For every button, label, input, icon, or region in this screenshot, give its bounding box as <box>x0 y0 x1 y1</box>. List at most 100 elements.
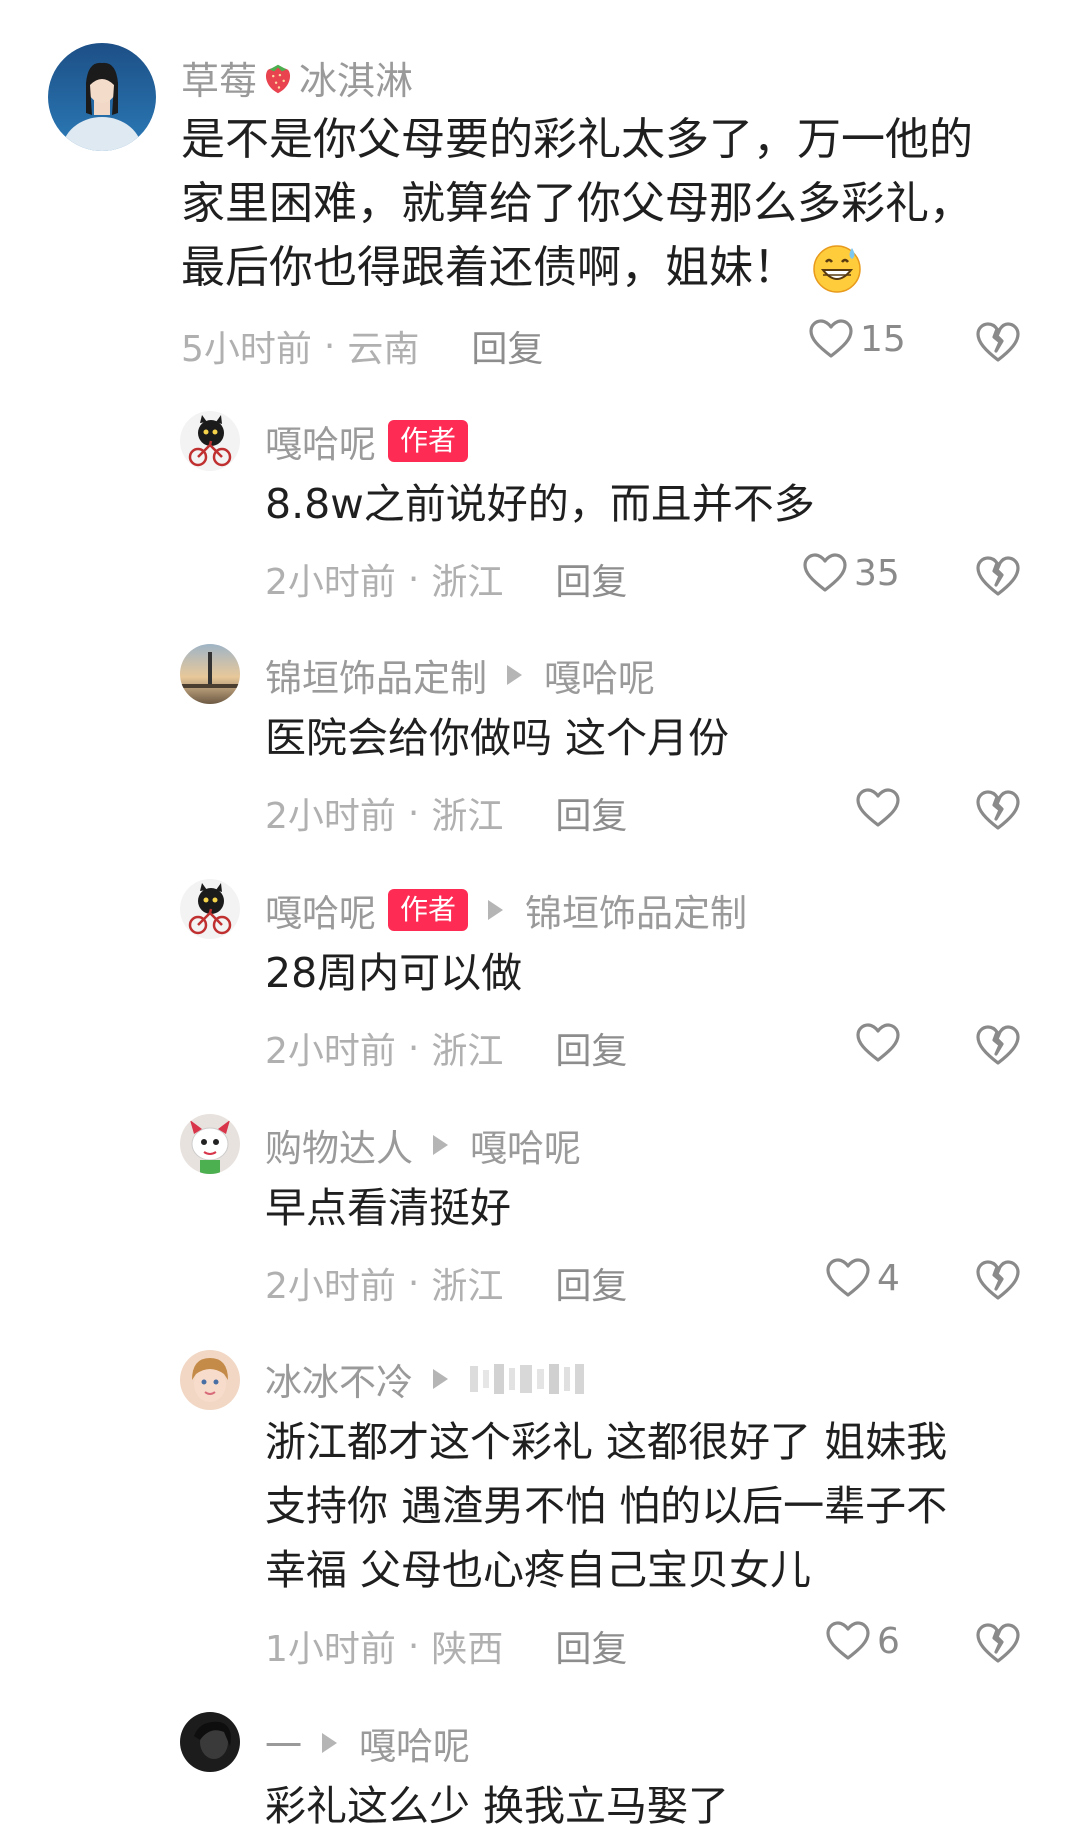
avatar[interactable] <box>180 644 240 704</box>
comment-meta: 2小时前 · 浙江 回复 <box>265 1022 627 1074</box>
author-name[interactable]: 一 <box>265 1716 302 1770</box>
comment-meta: 2小时前 · 浙江 回复 <box>265 1257 627 1309</box>
like-count: 15 <box>860 318 906 360</box>
dislike-button[interactable] <box>975 1258 1021 1302</box>
avatar[interactable] <box>48 43 156 151</box>
like-count: 4 <box>877 1257 900 1299</box>
author-name[interactable]: 嘎哈呢 <box>265 414 376 468</box>
reply-arrow-icon <box>433 1135 448 1155</box>
comment-text-line: 医院会给你做吗 这个月份 <box>265 714 730 762</box>
comment-text: 医院会给你做吗 这个月份 <box>265 706 1035 770</box>
comment-author[interactable]: 一 嘎哈呢 <box>265 1716 470 1770</box>
avatar[interactable] <box>180 1114 240 1174</box>
comment-author[interactable]: 草莓 冰淇淋 <box>181 50 413 105</box>
reply-button[interactable]: 回复 <box>555 1022 627 1074</box>
comment-text: 8.8w之前说好的，而且并不多 <box>265 472 1035 536</box>
broken-heart-icon <box>976 1260 1020 1300</box>
author-name[interactable]: 草莓 <box>181 50 257 105</box>
heart-icon <box>803 553 847 592</box>
comment-text-line: 28周内可以做 <box>265 949 523 997</box>
comment-text: 是不是你父母要的彩礼太多了，万一他的 家里困难，就算给了你父母那么多彩礼， 最后… <box>181 108 1021 300</box>
heart-icon <box>856 1023 900 1062</box>
comment-text: 彩礼这么少 换我立马娶了 <box>265 1774 1035 1838</box>
reply-button[interactable]: 回复 <box>555 1620 627 1672</box>
comment-text-line: 是不是你父母要的彩礼太多了，万一他的 <box>181 114 973 165</box>
like-button[interactable]: 15 <box>808 318 906 360</box>
comment-author[interactable]: 购物达人 嘎哈呢 <box>265 1118 581 1172</box>
meta-separator: · <box>407 1262 420 1304</box>
avatar[interactable] <box>180 879 240 939</box>
reply-button[interactable]: 回复 <box>555 1257 627 1309</box>
reply-arrow-icon <box>322 1733 337 1753</box>
reply-to-name[interactable]: 嘎哈呢 <box>359 1716 470 1770</box>
comment-time: 5小时前 <box>181 329 312 370</box>
comment-text: 早点看清挺好 <box>265 1176 1035 1240</box>
reply-to-name[interactable]: 锦垣饰品定制 <box>525 883 747 937</box>
broken-heart-icon <box>976 790 1020 830</box>
strawberry-icon <box>259 59 297 97</box>
comment-location: 陕西 <box>431 1629 504 1670</box>
comment-author[interactable]: 冰冰不冷 <box>265 1352 584 1406</box>
reply-to-name[interactable]: 嘎哈呢 <box>470 1118 581 1172</box>
dislike-button[interactable] <box>975 320 1021 364</box>
like-button[interactable] <box>855 787 907 829</box>
comment-text-line: 彩礼这么少 换我立马娶了 <box>265 1782 730 1830</box>
comment-time: 2小时前 <box>265 796 396 837</box>
comment-meta: 2小时前 · 浙江 回复 <box>265 553 627 605</box>
like-count: 6 <box>877 1620 900 1662</box>
dislike-button[interactable] <box>975 1621 1021 1665</box>
reply-arrow-icon <box>433 1369 448 1389</box>
comment-location: 云南 <box>347 329 420 370</box>
reply-to-name[interactable]: 嘎哈呢 <box>544 648 655 702</box>
reply-button[interactable]: 回复 <box>555 553 627 605</box>
comment-meta: 5小时前 · 云南 回复 <box>181 320 543 372</box>
avatar[interactable] <box>180 411 240 471</box>
comment-meta: 1小时前 · 陕西 回复 <box>265 1620 627 1672</box>
comment-time: 1小时前 <box>265 1629 396 1670</box>
author-badge: 作者 <box>388 420 469 462</box>
broken-heart-icon <box>976 556 1020 596</box>
dislike-button[interactable] <box>975 788 1021 832</box>
comment-location: 浙江 <box>431 1266 504 1307</box>
like-button[interactable]: 4 <box>825 1257 900 1299</box>
author-name[interactable]: 嘎哈呢 <box>265 883 376 937</box>
dislike-button[interactable] <box>975 554 1021 598</box>
comment-location: 浙江 <box>431 562 504 603</box>
comment-author[interactable]: 嘎哈呢 作者 <box>265 414 469 468</box>
comment-time: 2小时前 <box>265 1266 396 1307</box>
comment-text: 浙江都才这个彩礼 这都很好了 姐妹我 支持你 遇渣男不怕 怕的以后一辈子不 幸福… <box>265 1410 1035 1602</box>
avatar[interactable] <box>180 1712 240 1772</box>
comment-text-line: 家里困难，就算给了你父母那么多彩礼， <box>181 178 973 229</box>
like-button[interactable]: 6 <box>825 1620 900 1662</box>
heart-icon <box>856 788 900 827</box>
broken-heart-icon <box>976 1025 1020 1065</box>
author-name[interactable]: 购物达人 <box>265 1118 413 1172</box>
author-name[interactable]: 锦垣饰品定制 <box>265 648 487 702</box>
reply-arrow-icon <box>488 900 504 920</box>
like-count: 35 <box>854 552 900 594</box>
reply-button[interactable]: 回复 <box>555 787 627 839</box>
meta-separator: · <box>407 792 420 834</box>
dislike-button[interactable] <box>975 1023 1021 1067</box>
comment-author[interactable]: 嘎哈呢 作者 锦垣饰品定制 <box>265 883 747 937</box>
comment-meta: 2小时前 · 浙江 回复 <box>265 787 627 839</box>
heart-icon <box>826 1258 870 1297</box>
broken-heart-icon <box>976 322 1020 362</box>
broken-heart-icon <box>976 1623 1020 1663</box>
like-button[interactable] <box>855 1022 907 1064</box>
author-name-suffix[interactable]: 冰淇淋 <box>299 50 413 105</box>
author-badge: 作者 <box>388 889 469 931</box>
comment-text-line: 最后你也得跟着还债啊，姐妹！ <box>181 242 797 293</box>
comment-text-line: 8.8w之前说好的，而且并不多 <box>265 480 815 528</box>
comment-author[interactable]: 锦垣饰品定制 嘎哈呢 <box>265 648 655 702</box>
avatar[interactable] <box>180 1350 240 1410</box>
meta-separator: · <box>407 1625 420 1667</box>
heart-icon <box>826 1621 870 1660</box>
author-name[interactable]: 冰冰不冷 <box>265 1352 413 1406</box>
meta-separator: · <box>407 1027 420 1069</box>
comment-location: 浙江 <box>431 1031 504 1072</box>
like-button[interactable]: 35 <box>802 552 900 594</box>
reply-button[interactable]: 回复 <box>471 320 543 372</box>
grinning-sweat-face-icon <box>811 242 863 294</box>
comment-text: 28周内可以做 <box>265 941 1035 1005</box>
